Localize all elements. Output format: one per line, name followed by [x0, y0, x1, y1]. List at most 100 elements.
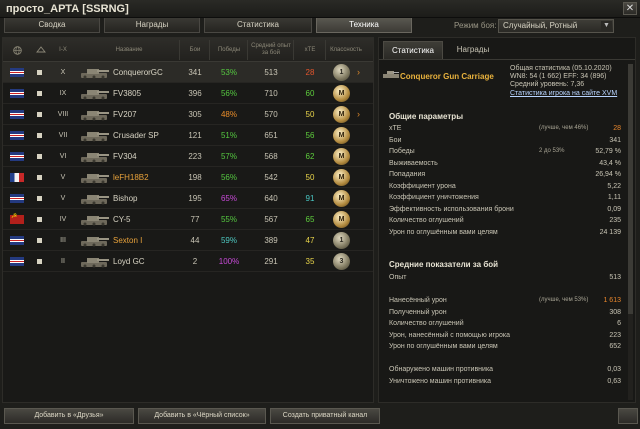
mastery-column-header[interactable]: Классность	[327, 38, 365, 62]
tank-image	[81, 216, 109, 226]
battles-count: 44	[190, 236, 200, 245]
table-row[interactable]: IV CY-5 77 55% 567 65 M	[3, 209, 373, 230]
stat-row: Обнаружено машин противника 0,03	[389, 366, 621, 376]
general-params-title: Общие параметры	[389, 112, 464, 121]
stat-label: Коэффициент уничтожения	[389, 194, 479, 201]
overall-stat-date: Общая статистика (05.10.2020)	[510, 65, 612, 72]
mastery-badge-icon: M	[333, 85, 350, 102]
win-rate: 100%	[218, 257, 240, 266]
avg-xp: 570	[264, 110, 278, 119]
stats-tabs: Статистика Награды	[379, 38, 635, 60]
xte-value: 50	[305, 110, 315, 119]
tab-vehicles[interactable]: Техника	[316, 18, 412, 33]
battle-mode-select[interactable]: Случайный, Ротный ▼	[498, 19, 614, 33]
xte-column-header[interactable]: xTE	[295, 38, 325, 62]
average-level-line: Средний уровень: 7,36	[510, 81, 584, 88]
main-tabs: Сводка Награды Статистика Техника	[4, 18, 412, 34]
table-row[interactable]: VIII FV207 305 48% 570 50 M ›	[3, 104, 373, 125]
stat-label: Опыт	[389, 274, 407, 281]
vehicle-type-icon	[37, 175, 42, 180]
vehicle-type-icon	[37, 91, 42, 96]
nation-flag-icon	[10, 194, 24, 203]
xte-value: 56	[305, 131, 315, 140]
title-bar[interactable]: просто_АРТА [SSRNG] ✕	[0, 0, 640, 18]
win-rate: 55%	[220, 215, 237, 224]
nation-flag-icon	[10, 110, 24, 119]
stat-row: Коэффициент урона 5,22	[389, 183, 621, 193]
win-rate: 56%	[220, 89, 237, 98]
tank-image	[81, 174, 109, 184]
win-rate: 59%	[220, 236, 237, 245]
win-rate: 53%	[220, 68, 237, 77]
nation-flag-icon	[10, 131, 24, 140]
row-chevron-icon: ›	[357, 109, 360, 119]
nation-flag-icon	[10, 257, 24, 266]
win-rate: 51%	[220, 131, 237, 140]
stat-row: Количество оглушений 235	[389, 217, 621, 227]
battle-mode-value: Случайный, Ротный	[503, 21, 578, 30]
tab-awards[interactable]: Награды	[104, 18, 200, 33]
vehicle-type-icon	[37, 133, 42, 138]
tab-statistics[interactable]: Статистика	[204, 18, 312, 33]
avg-xp-column-header[interactable]: Средний опыт за бой	[249, 38, 293, 62]
table-row[interactable]: VII Crusader SP 121 51% 651 56 M	[3, 125, 373, 146]
header-divider	[325, 40, 326, 60]
stat-value: 0,09	[607, 205, 621, 213]
table-row[interactable]: III Sexton I 44 59% 389 47 1	[3, 230, 373, 251]
tank-icon	[383, 71, 399, 78]
avg-xp: 710	[264, 89, 278, 98]
stat-value: 0,63	[607, 377, 621, 385]
stat-value: 223	[609, 331, 621, 339]
battles-count: 121	[188, 131, 202, 140]
nation-sort-globe-icon[interactable]	[5, 38, 29, 62]
battles-column-header[interactable]: Бои	[181, 38, 209, 62]
battles-count: 198	[188, 173, 202, 182]
tab-vehicle-statistics[interactable]: Статистика	[383, 41, 443, 59]
tier-sort-header[interactable]: I-X	[53, 38, 73, 62]
battles-count: 195	[188, 194, 202, 203]
mastery-badge-icon: M	[333, 148, 350, 165]
tab-vehicle-awards[interactable]: Награды	[445, 41, 501, 59]
battles-count: 2	[192, 257, 198, 266]
tank-image	[81, 237, 109, 247]
stat-label: Урон по оглушённым вами целям	[389, 228, 498, 236]
stat-label: Выживаемость	[389, 159, 438, 167]
stat-row: Опыт 513	[389, 274, 621, 284]
add-friend-button[interactable]: Добавить в «Друзья»	[4, 408, 134, 424]
table-row[interactable]: II Loyd GC 2 100% 291 35 3	[3, 251, 373, 272]
stat-row: Урон по оглушённым вами целям 652	[389, 343, 621, 353]
tab-summary[interactable]: Сводка	[4, 18, 100, 33]
avg-xp: 651	[264, 131, 278, 140]
extra-action-button[interactable]	[618, 408, 638, 424]
add-blacklist-button[interactable]: Добавить в «Чёрный список»	[138, 408, 266, 424]
stat-row: Попадания 26,94 %	[389, 171, 621, 181]
avg-xp: 389	[264, 236, 278, 245]
stat-row	[389, 355, 621, 365]
stat-value: 308	[609, 308, 621, 316]
scrollbar-thumb[interactable]	[628, 64, 633, 314]
stats-scrollbar[interactable]	[628, 64, 633, 400]
close-button[interactable]: ✕	[623, 2, 637, 15]
table-row[interactable]: VleFH18B2 198 56% 542 50 M	[3, 167, 373, 188]
win-rate: 65%	[220, 194, 237, 203]
battles-count: 396	[188, 89, 202, 98]
name-column-header[interactable]: Название	[79, 38, 179, 62]
create-private-channel-button[interactable]: Создать приватный канал	[270, 408, 380, 424]
wins-column-header[interactable]: Победы	[211, 38, 247, 62]
table-row[interactable]: V Bishop 195 65% 640 91 M	[3, 188, 373, 209]
vehicle-name: CY-5	[113, 215, 131, 224]
stat-row	[389, 286, 621, 296]
xvm-stats-link[interactable]: Статистика игрока на сайте XVM	[510, 90, 617, 97]
table-row[interactable]: IX FV3805 396 56% 710 60 M	[3, 83, 373, 104]
xte-value: 62	[305, 152, 315, 161]
avg-xp: 568	[264, 152, 278, 161]
vehicle-type-icon	[37, 154, 42, 159]
table-row[interactable]: VI FV304 223 57% 568 62 M	[3, 146, 373, 167]
stat-value: 0,03	[607, 366, 621, 373]
table-row[interactable]: X ConquerorGC 341 53% 513 28 1 ›	[3, 62, 373, 83]
nation-flag-icon	[10, 89, 24, 98]
tier-label: IX	[59, 90, 67, 97]
stat-value: 52,79 %	[595, 148, 621, 155]
vehicle-type-sort-icon[interactable]	[30, 38, 52, 62]
stat-note: (лучше, чем 53%)	[539, 297, 589, 303]
